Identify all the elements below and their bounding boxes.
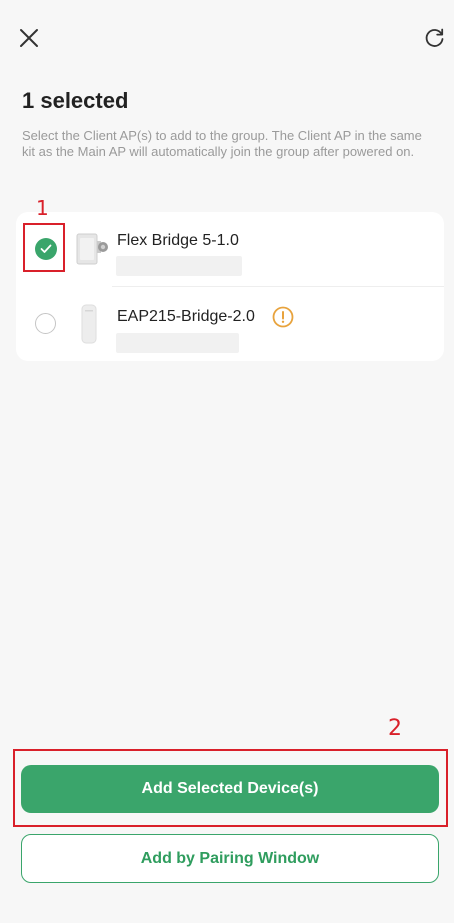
page-description: Select the Client AP(s) to add to the gr… [22,128,422,159]
add-by-pairing-window-button[interactable]: Add by Pairing Window [21,834,439,883]
device-row-flex-bridge[interactable]: Flex Bridge 5-1.0 [16,212,444,287]
refresh-icon [424,27,446,54]
add-selected-devices-button[interactable]: Add Selected Device(s) [21,765,439,813]
device-detail-redacted [116,256,242,276]
device-name: EAP215-Bridge-2.0 [117,308,255,325]
outdoor-bridge-icon [74,226,108,272]
annotation-number-2: 2 [388,716,402,741]
device-name: Flex Bridge 5-1.0 [117,232,239,249]
annotation-number-1: 1 [36,196,49,220]
page-title: 1 selected [22,88,129,113]
annotation-box-1 [23,223,65,272]
device-list: Flex Bridge 5-1.0 EAP215-Bridge-2.0 [16,212,444,361]
close-button[interactable] [13,24,45,56]
close-icon [18,27,40,54]
warning-icon[interactable] [272,306,294,328]
refresh-button[interactable] [419,24,451,56]
device-detail-redacted [116,333,239,353]
bridge-ap-icon [74,301,108,347]
device-row-eap215-bridge[interactable]: EAP215-Bridge-2.0 [16,287,444,361]
device-checkbox-unselected[interactable] [35,313,56,334]
